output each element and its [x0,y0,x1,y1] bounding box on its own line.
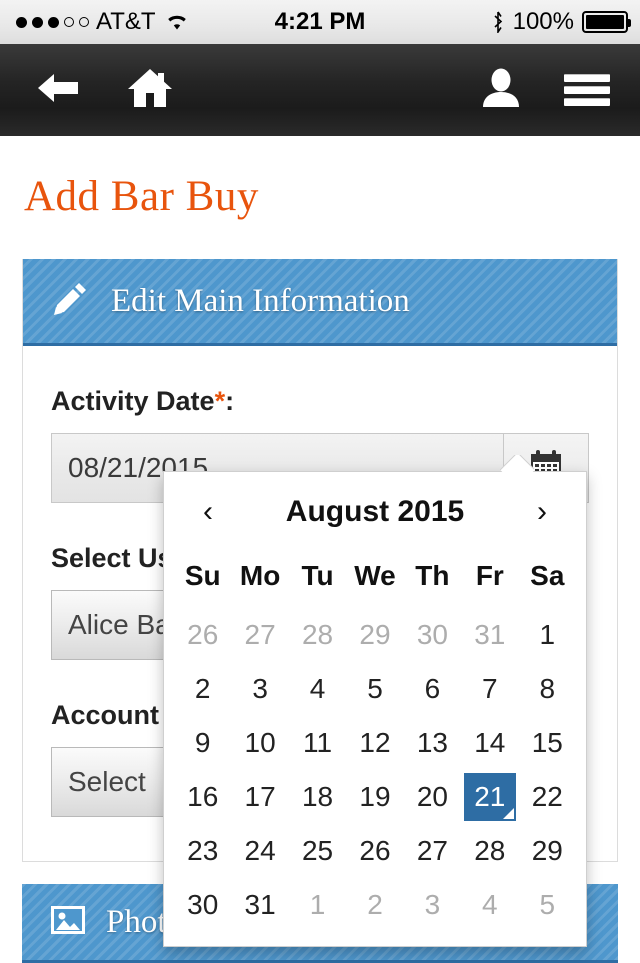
datepicker-day-adjacent-month[interactable]: 26 [174,608,231,662]
hamburger-menu-icon [564,74,610,106]
page-title: Add Bar Buy [24,173,259,220]
datepicker-weeks: 26 27 28 29 30 31 1 2 3 4 5 6 7 8 9 10 11 12 13 14 15 16 17 18 1… [174,608,576,932]
datepicker-day-adjacent-month[interactable]: 4 [461,878,518,932]
datepicker-grid: Su Mo Tu We Th Fr Sa 26 27 28 29 30 31 1 2 3 4 5 6 7 8 9 10 11… [174,544,576,932]
datepicker-day-adjacent-month[interactable]: 28 [289,608,346,662]
required-asterisk: * [214,386,226,416]
datepicker-day-selected-box: 21 [463,773,516,821]
datepicker-weekday-tu: Tu [301,560,334,591]
datepicker-day[interactable]: 17 [231,770,288,824]
datepicker-day-adjacent-month[interactable]: 2 [346,878,403,932]
datepicker-day-adjacent-month[interactable]: 1 [289,878,346,932]
datepicker-day[interactable]: 20 [404,770,461,824]
datepicker-day[interactable]: 22 [519,770,576,824]
datepicker-day[interactable]: 26 [346,824,403,878]
datepicker-day[interactable]: 7 [461,662,518,716]
datepicker-day-adjacent-month[interactable]: 30 [404,608,461,662]
panel-header-title: Edit Main Information [111,282,410,319]
datepicker-week-row: 9 10 11 12 13 14 15 [174,716,576,770]
datepicker-day[interactable]: 23 [174,824,231,878]
datepicker-weekday-we: We [354,560,396,591]
navigation-bar [0,44,640,137]
image-icon [50,904,86,941]
datepicker-day[interactable]: 10 [231,716,288,770]
datepicker-day[interactable]: 12 [346,716,403,770]
nav-right-group [480,44,610,136]
home-button[interactable] [126,44,174,136]
panel-header[interactable]: Edit Main Information [23,259,617,346]
datepicker-day[interactable]: 29 [519,824,576,878]
datepicker-day[interactable]: 13 [404,716,461,770]
bluetooth-icon [491,11,505,35]
datepicker-weekday-fr: Fr [475,560,504,591]
back-arrow-icon [34,68,84,113]
datepicker-week-row: 23 24 25 26 27 28 29 [174,824,576,878]
home-icon [126,66,174,115]
datepicker-day[interactable]: 24 [231,824,288,878]
label-colon: : [225,386,235,416]
datepicker-day-adjacent-month[interactable]: 3 [404,878,461,932]
datepicker-day-adjacent-month[interactable]: 5 [519,878,576,932]
status-bar: AT&T 4:21 PM 100% [0,0,640,45]
datepicker-header: ‹ August 2015 › [174,480,576,544]
datepicker-day[interactable]: 15 [519,716,576,770]
datepicker-week-row: 30 31 1 2 3 4 5 [174,878,576,932]
datepicker-week-row: 2345678 [174,662,576,716]
battery-percent-label: 100% [512,8,574,35]
activity-date-label: Activity Date*: [51,386,589,417]
datepicker-day[interactable]: 14 [461,716,518,770]
datepicker-day[interactable]: 30 [174,878,231,932]
datepicker-next-month-button[interactable]: › [522,497,562,527]
datepicker-day-selected[interactable]: 21 [461,770,518,824]
activity-date-label-text: Activity Date [51,386,215,416]
datepicker-day[interactable]: 3 [231,662,288,716]
datepicker-day[interactable]: 4 [289,662,346,716]
datepicker-day[interactable]: 6 [404,662,461,716]
datepicker-week-row: 16 17 18 19 20 21 22 [174,770,576,824]
datepicker-weekday-su: Su [184,560,221,591]
nav-left-group [0,44,174,136]
datepicker-weekday-mo: Mo [239,560,281,591]
datepicker-day-adjacent-month[interactable]: 27 [231,608,288,662]
datepicker-popup: ‹ August 2015 › Su Mo Tu We Th Fr Sa 26 27 28 29 3… [163,471,587,947]
datepicker-day[interactable]: 11 [289,716,346,770]
phone-screen: AT&T 4:21 PM 100% Add Bar Buy Edit Main … [0,0,640,963]
status-bar-right: 100% [491,0,631,44]
datepicker-day[interactable]: 16 [174,770,231,824]
datepicker-weekday-th: Th [415,560,450,591]
datepicker-month-title[interactable]: August 2015 [286,495,464,529]
datepicker-prev-month-button[interactable]: ‹ [188,497,228,527]
datepicker-day[interactable]: 9 [174,716,231,770]
datepicker-day[interactable]: 25 [289,824,346,878]
datepicker-day[interactable]: 28 [461,824,518,878]
back-button[interactable] [34,44,84,136]
menu-button[interactable] [564,44,610,136]
datepicker-day[interactable]: 18 [289,770,346,824]
account-button[interactable] [480,44,522,136]
battery-icon [582,11,631,33]
datepicker-day-adjacent-month[interactable]: 29 [346,608,403,662]
datepicker-weekday-sa: Sa [530,560,565,591]
user-icon [480,67,522,114]
pencil-icon [51,280,89,323]
datepicker-day[interactable]: 8 [519,662,576,716]
datepicker-day[interactable]: 1 [519,608,576,662]
datepicker-day-adjacent-month[interactable]: 31 [461,608,518,662]
datepicker-day[interactable]: 2 [174,662,231,716]
datepicker-weekday-row: Su Mo Tu We Th Fr Sa [174,544,576,608]
datepicker-day[interactable]: 27 [404,824,461,878]
datepicker-day[interactable]: 31 [231,878,288,932]
datepicker-day[interactable]: 19 [346,770,403,824]
datepicker-day[interactable]: 5 [346,662,403,716]
datepicker-pointer [500,455,534,472]
datepicker-week-row: 26 27 28 29 30 31 1 [174,608,576,662]
